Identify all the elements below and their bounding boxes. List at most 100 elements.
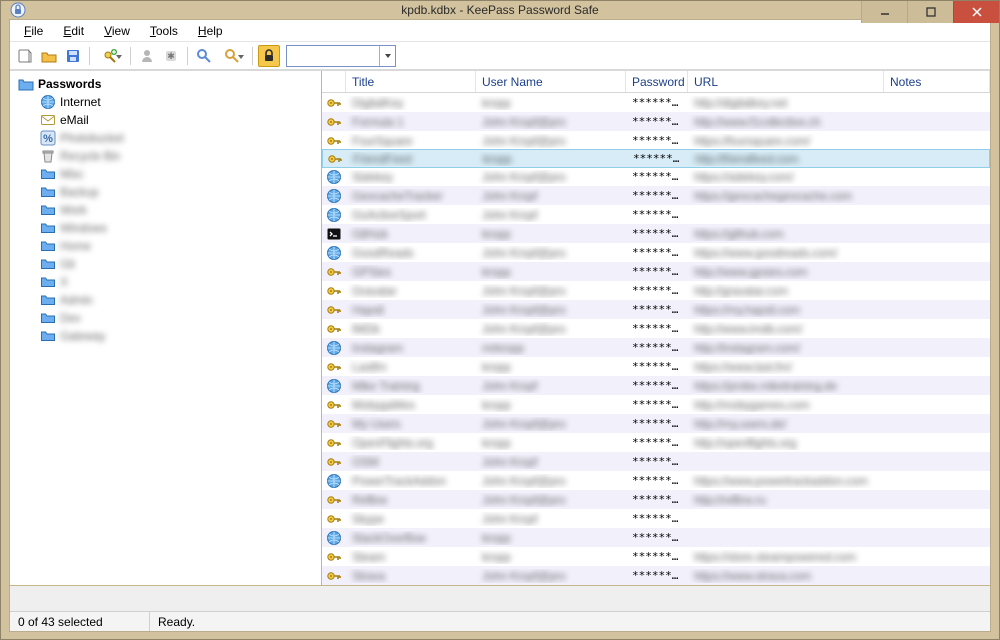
svg-text:%: % (43, 133, 53, 145)
entry-row[interactable]: My UsersJohn Kropf@pro********http://my.… (322, 414, 990, 433)
find-button[interactable] (193, 45, 215, 67)
tree-root[interactable]: Passwords (16, 75, 321, 93)
col-title[interactable]: Title (346, 71, 476, 92)
folder-icon (40, 274, 56, 290)
find-options-button[interactable] (217, 45, 247, 67)
entry-username: John Kropf@pro (476, 569, 626, 583)
folder-icon (40, 310, 56, 326)
col-username[interactable]: User Name (476, 71, 626, 92)
entry-title: Gravatar (346, 284, 476, 298)
tree-item[interactable]: X (16, 273, 321, 291)
entry-row[interactable]: StackOverflowkropp******** (322, 528, 990, 547)
entry-row[interactable]: MobygaMeskropp********http://mobygames.c… (322, 395, 990, 414)
quick-search-dropdown[interactable] (379, 46, 395, 66)
tree-item[interactable]: %Photobucket (16, 129, 321, 147)
globe-icon (322, 188, 346, 204)
tree-item[interactable]: Home (16, 237, 321, 255)
entry-title: Steam (346, 550, 476, 564)
entry-row[interactable]: GoodReadsJohn Kropf@pro********https://w… (322, 243, 990, 262)
entry-url: https://my.hapsli.com (688, 303, 884, 317)
entry-title: OpenFlights.org (346, 436, 476, 450)
entry-row[interactable]: OpenFlights.orgkropp********http://openf… (322, 433, 990, 452)
key-icon (322, 133, 346, 149)
entry-url: http://www.imdb.com/ (688, 322, 884, 336)
entry-title: Skype (346, 512, 476, 526)
entry-row[interactable]: StravaJohn Kropf@pro********https://www.… (322, 566, 990, 585)
key-icon (322, 435, 346, 451)
entry-password: ******** (626, 189, 688, 202)
entry-row[interactable]: GPSieskropp********http://www.gpsies.com (322, 262, 990, 281)
entry-row[interactable]: PowerTrackAddonJohn Kropf@pro********htt… (322, 471, 990, 490)
entry-row[interactable]: SidekeyJohn Kropf@pro********https://sid… (322, 167, 990, 186)
entry-row[interactable]: DigitalKeykropp********http://digitalkey… (322, 93, 990, 112)
entry-row[interactable]: Steamkropp********https://store.steampow… (322, 547, 990, 566)
tree-item[interactable]: eMail (16, 111, 321, 129)
entry-list-header: Title User Name Password URL Notes (322, 71, 990, 93)
col-password[interactable]: Password (626, 71, 688, 92)
entry-url: http://gravatar.com (688, 284, 884, 298)
tree-item[interactable]: Admin (16, 291, 321, 309)
entry-row[interactable]: SkypeJohn Kropf******** (322, 509, 990, 528)
entry-password: ******** (626, 227, 688, 240)
entry-password: ******** (626, 322, 688, 335)
maximize-button[interactable] (907, 1, 953, 23)
menu-edit[interactable]: Edit (53, 22, 94, 40)
entry-row[interactable]: Instagrammrkropp********http://instagram… (322, 338, 990, 357)
col-notes[interactable]: Notes (884, 71, 990, 92)
col-url[interactable]: URL (688, 71, 884, 92)
new-db-button[interactable] (14, 45, 36, 67)
entry-row[interactable]: FourSquareJohn Kropf@pro********https://… (322, 131, 990, 150)
entry-row[interactable]: OSMJohn Kropf******** (322, 452, 990, 471)
folder-open-icon (18, 76, 34, 92)
entry-username: John Kropf@pro (476, 493, 626, 507)
workspace: Passwords Internet eMail %PhotobucketRecyc… (10, 70, 990, 585)
entry-row[interactable]: HapsliJohn Kropf@pro********https://my.h… (322, 300, 990, 319)
entry-row[interactable]: FriendFeedkropp********http://friendfeed… (322, 149, 990, 168)
key-icon (322, 397, 346, 413)
tree-item[interactable]: Recycle Bin (16, 147, 321, 165)
menu-file[interactable]: File (14, 22, 53, 40)
tree-item[interactable]: Backup (16, 183, 321, 201)
entry-title: IMDb (346, 322, 476, 336)
entry-row[interactable]: GitHubkropp********https://github.com (322, 224, 990, 243)
entry-password: ******** (626, 417, 688, 430)
tree-item[interactable]: Gateway (16, 327, 321, 345)
statusbar: 0 of 43 selected Ready. (10, 611, 990, 631)
toolbar-separator (130, 47, 131, 65)
save-db-button[interactable] (62, 45, 84, 67)
minimize-button[interactable] (861, 1, 907, 23)
menu-view[interactable]: View (94, 22, 140, 40)
tree-item[interactable]: Work (16, 201, 321, 219)
tree-item[interactable]: Misc (16, 165, 321, 183)
folder-icon (40, 238, 56, 254)
tree-item[interactable]: Git (16, 255, 321, 273)
menu-help[interactable]: Help (188, 22, 233, 40)
entry-row[interactable]: GoActiveSportJohn Kropf******** (322, 205, 990, 224)
copy-password-button[interactable]: ✱ (160, 45, 182, 67)
key-icon (322, 454, 346, 470)
entry-row[interactable]: Mike TrainingJohn Kropf********https://p… (322, 376, 990, 395)
lock-workspace-button[interactable] (258, 45, 280, 67)
entry-row[interactable]: GravatarJohn Kropf@pro********http://gra… (322, 281, 990, 300)
entry-row[interactable]: Lastfmkropp********https://www.last.fm/ (322, 357, 990, 376)
copy-user-button[interactable] (136, 45, 158, 67)
key-icon (322, 264, 346, 280)
tree-item[interactable]: Windows (16, 219, 321, 237)
tree-item[interactable]: Dev (16, 309, 321, 327)
add-entry-button[interactable] (95, 45, 125, 67)
entry-row[interactable]: IMDbJohn Kropf@pro********http://www.imd… (322, 319, 990, 338)
entry-url: https://probe.miketraining.de (688, 379, 884, 393)
tree-item-label: eMail (60, 113, 89, 127)
entry-row[interactable]: GeocacheTrackerJohn Kropf********https:/… (322, 186, 990, 205)
entry-list-body[interactable]: DigitalKeykropp********http://digitalkey… (322, 93, 990, 585)
close-button[interactable] (953, 1, 999, 23)
open-db-button[interactable] (38, 45, 60, 67)
entry-row[interactable]: ReflineJohn Kropf@pro********http://refl… (322, 490, 990, 509)
quick-search-input[interactable] (287, 46, 379, 66)
tree-item[interactable]: Internet (16, 93, 321, 111)
group-tree[interactable]: Passwords Internet eMail %PhotobucketRecyc… (10, 71, 322, 585)
entry-url: http://www.gpsies.com (688, 265, 884, 279)
menu-tools[interactable]: Tools (140, 22, 188, 40)
entry-row[interactable]: Formula 1John Kropf@pro********http://ww… (322, 112, 990, 131)
globe-icon (322, 530, 346, 546)
